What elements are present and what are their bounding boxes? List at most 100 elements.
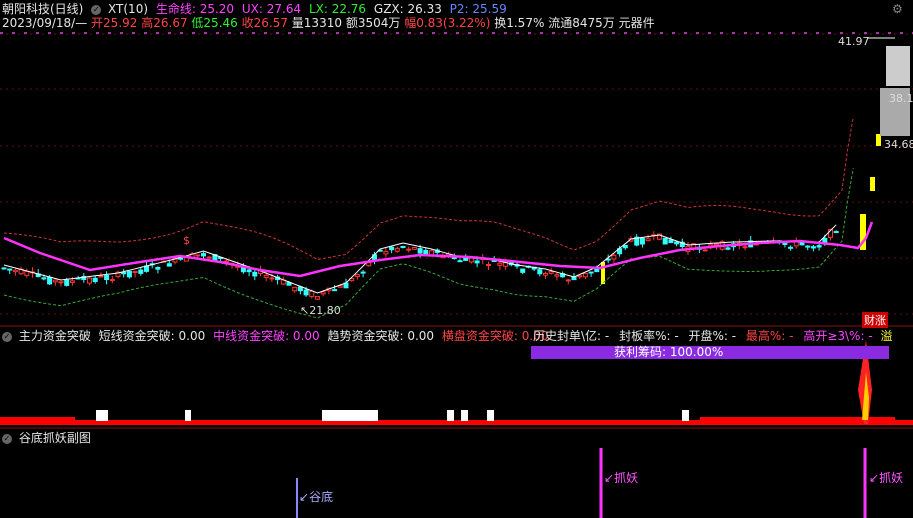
- candle-body: [252, 271, 258, 277]
- price-low-label: ↖21.80: [300, 304, 341, 317]
- candle-body: [662, 237, 668, 245]
- candle-body: [58, 281, 64, 284]
- sub1-white-block: [185, 410, 191, 421]
- candle-body: [240, 267, 246, 273]
- candle-body: [132, 270, 138, 273]
- candle-body: [69, 280, 75, 283]
- candle-body: [782, 242, 788, 245]
- close-value: 收26.57: [241, 16, 288, 30]
- candle-body: [354, 274, 360, 278]
- candle-body: [639, 237, 645, 245]
- candle-body: [389, 246, 395, 251]
- candle-body: [246, 269, 252, 273]
- price-mid-label: 38.1: [889, 92, 913, 105]
- candle-body: [109, 279, 115, 282]
- sub1-white-block: [461, 410, 468, 421]
- candle-body: [833, 231, 839, 234]
- candle-body: [582, 273, 588, 278]
- candle-body: [126, 270, 132, 278]
- candle-body: [104, 275, 110, 281]
- indicator-name: XT(10): [108, 2, 149, 16]
- gear-icon[interactable]: ⚙: [892, 2, 903, 16]
- candle-body: [742, 246, 748, 249]
- sub1-white-block: [447, 410, 454, 421]
- candle-body: [41, 277, 47, 280]
- candle-body: [400, 245, 406, 248]
- sub1-white-block: [682, 410, 689, 421]
- price-high-label: 41.97: [838, 35, 870, 48]
- candle-body: [121, 271, 127, 275]
- seal-rate-value: 封板率%: -: [619, 329, 679, 343]
- candle-body: [548, 271, 554, 274]
- candle-body: [315, 296, 320, 300]
- candle-body: [810, 246, 816, 249]
- stock-name[interactable]: 朝阳科技(日线): [2, 2, 83, 16]
- candle-body: [537, 269, 543, 275]
- float-cap-value: 流通8475万: [548, 16, 615, 30]
- low-value: 低25.46: [191, 16, 238, 30]
- valley-signal-label: ↙谷底: [299, 490, 334, 504]
- sub1-title[interactable]: 主力资金突破: [19, 329, 91, 343]
- price-label-2: 34.68: [884, 138, 913, 151]
- candle-body: [417, 248, 423, 254]
- candle-body: [383, 250, 389, 255]
- candle-body: [263, 274, 269, 278]
- hist-seal-value: 历史封单\亿: -: [533, 329, 610, 343]
- life-line-value: 生命线: 25.20: [155, 2, 235, 16]
- candle-body: [594, 268, 600, 273]
- candle-body: [674, 241, 680, 245]
- candle-body: [423, 249, 429, 255]
- candle-body: [309, 290, 315, 297]
- candle-body: [332, 289, 338, 292]
- candle-body: [7, 268, 13, 271]
- candle-body: [474, 260, 480, 264]
- limit-candle: [870, 177, 875, 191]
- p2-value: P2: 25.59: [449, 2, 507, 16]
- sub2-header: ✓ 谷底抓妖副图: [2, 431, 91, 445]
- ux-value: UX: 27.64: [241, 2, 302, 16]
- candle-body: [788, 246, 794, 249]
- candle-body: [611, 254, 617, 260]
- candle-body: [457, 260, 463, 263]
- date-label: 2023/09/18/—: [2, 16, 88, 30]
- candle-body: [668, 239, 674, 244]
- short-fund-value: 短线资金突破: 0.00: [98, 329, 206, 343]
- trend-fund-value: 趋势资金突破: 0.00: [327, 329, 435, 343]
- sub1-white-block: [322, 410, 378, 421]
- candle-body: [360, 271, 366, 274]
- lx-value: LX: 22.76: [308, 2, 367, 16]
- candle-body: [622, 244, 628, 249]
- candle-body: [47, 276, 53, 285]
- candle-body: [799, 242, 805, 246]
- candle-body: [793, 241, 799, 247]
- candle-body: [645, 238, 651, 242]
- sub2-title[interactable]: 谷底抓妖副图: [19, 431, 91, 445]
- circle-toggle-icon[interactable]: ✓: [91, 4, 102, 15]
- header-line-2: 2023/09/18/— 开25.92 高26.67 低25.46 收26.57…: [2, 16, 655, 30]
- candle-body: [406, 248, 412, 251]
- candle-body: [87, 277, 92, 284]
- catch-text-1: 抓妖: [614, 471, 639, 485]
- candle-body: [714, 243, 719, 246]
- volume-value: 量13310: [291, 16, 342, 30]
- profit-chips-label: 获利筹码:: [614, 345, 670, 359]
- limit-up-badge: 财涨: [862, 312, 888, 328]
- sub1-header-right: 历史封单\亿: - 封板率%: - 开盘%: - 最高%: - 高开≥3\%: …: [533, 329, 893, 343]
- open-rate-value: 开盘%: -: [688, 329, 737, 343]
- candle-body: [822, 237, 828, 243]
- catch-signal-label-2: ↙抓妖: [869, 471, 904, 485]
- open-value: 开25.92: [91, 16, 138, 30]
- candle-body: [12, 269, 18, 273]
- circle-toggle-icon[interactable]: ✓: [2, 331, 12, 342]
- profit-chips-bar: 获利筹码: 100.00%: [531, 346, 889, 359]
- catch-text-2: 抓妖: [879, 471, 904, 485]
- circle-toggle-icon[interactable]: ✓: [2, 433, 12, 444]
- mid-fund-value: 中线资金突破: 0.00: [213, 329, 320, 343]
- candle-body: [565, 279, 571, 282]
- turnover-value: 换1.57%: [494, 16, 545, 30]
- candle-body: [702, 249, 708, 252]
- catch-signal-label-1: ↙抓妖: [604, 471, 639, 485]
- main-chart[interactable]: [0, 0, 913, 518]
- candle-body: [52, 279, 58, 283]
- candle-body: [577, 275, 583, 278]
